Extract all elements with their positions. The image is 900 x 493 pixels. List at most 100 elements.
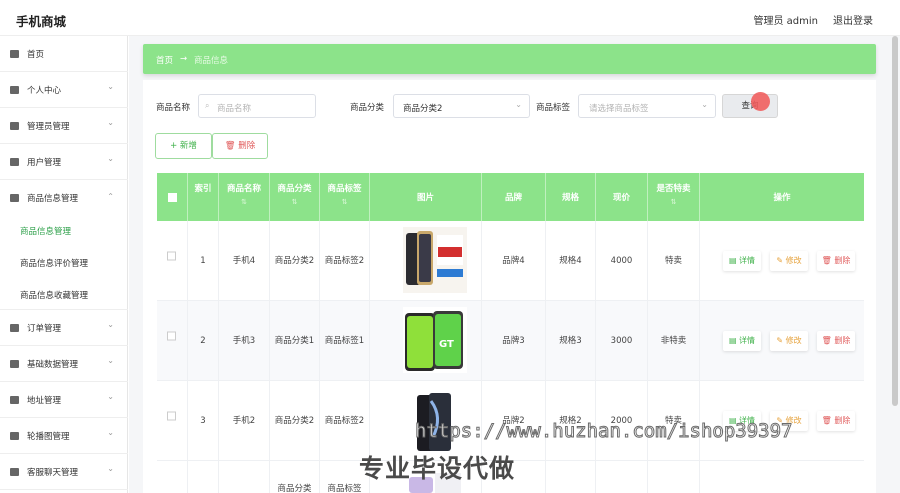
table-header: 索引 商品名称 ⇅ 商品分类 ⇅ 商品标签 ⇅ 图片 品牌 规格 现价 是否特卖 ⇅ 操…: [157, 173, 864, 221]
cell-spec: 规格4: [559, 256, 582, 266]
sidebar-subitem-label: 商品信息收藏管理: [20, 291, 89, 301]
sidebar-subitem-label: 商品信息评价管理: [20, 259, 89, 269]
sidebar-item-carousel[interactable]: 轮播图管理 ⌄: [0, 418, 128, 454]
chevron-down-icon: ⌄: [701, 100, 708, 109]
sidebar-subitem-goods-info[interactable]: 商品信息管理: [0, 214, 128, 246]
add-button[interactable]: + 新增: [155, 133, 212, 159]
sort-icon: ⇅: [241, 198, 247, 206]
cell-spec: 规格3: [559, 336, 582, 346]
row-actions: ▤ 详情 ✎ 修改 🗑 删除: [720, 301, 864, 381]
breadcrumb-separator: →: [180, 54, 188, 64]
data-icon: [10, 360, 19, 368]
column-header-index[interactable]: 索引: [188, 173, 219, 221]
sidebar-item-label: 商品信息管理: [27, 194, 79, 204]
cell-category: 商品分类: [277, 484, 312, 493]
sidebar-item-label: 客服聊天管理: [27, 468, 79, 478]
detail-button[interactable]: ▤ 详情: [723, 251, 761, 271]
name-search-input[interactable]: ⌕ 商品名称: [198, 94, 316, 118]
cell-index: 1: [200, 256, 206, 266]
sort-icon: ⇅: [341, 198, 348, 206]
vertical-scrollbar[interactable]: [892, 36, 898, 406]
sidebar-item-label: 地址管理: [27, 396, 62, 406]
chevron-down-icon: ⌄: [107, 82, 114, 91]
delete-row-button[interactable]: 🗑 删除: [817, 251, 855, 271]
chevron-down-icon: ⌄: [107, 392, 114, 401]
sidebar-item-label: 管理员管理: [27, 122, 70, 132]
sidebar: 首页 个人中心 ⌄ 管理员管理 ⌄ 用户管理 ⌄ 商品信息管理 ⌃ 商品信息管理…: [0, 36, 128, 493]
cell-brand: 品牌4: [502, 256, 525, 266]
product-image[interactable]: GT: [403, 307, 467, 373]
header-checkbox-cell[interactable]: [157, 173, 188, 221]
row-checkbox[interactable]: [167, 411, 176, 421]
sidebar-item-basedata[interactable]: 基础数据管理 ⌄: [0, 346, 128, 382]
sidebar-subitem-goods-review[interactable]: 商品信息评价管理: [0, 246, 128, 278]
cell-category: 商品分类1: [274, 336, 315, 346]
column-header-name[interactable]: 商品名称 ⇅: [219, 173, 270, 221]
cell-name: 手机4: [232, 256, 256, 266]
tag-select[interactable]: 请选择商品标签 ⌄: [578, 94, 716, 118]
sidebar-item-label: 订单管理: [27, 324, 62, 334]
delete-row-button[interactable]: 🗑 删除: [817, 331, 855, 351]
edit-button[interactable]: ✎ 修改: [770, 251, 808, 271]
select-all-checkbox[interactable]: [168, 193, 177, 202]
sidebar-item-address[interactable]: 地址管理 ⌄: [0, 382, 128, 418]
breadcrumb-home[interactable]: 首页: [156, 54, 173, 66]
column-header-actions: 操作: [773, 193, 791, 203]
column-header-image[interactable]: 图片: [370, 173, 482, 221]
chevron-down-icon: ⌄: [107, 118, 114, 127]
sidebar-subitem-goods-favorite[interactable]: 商品信息收藏管理: [0, 278, 128, 310]
sidebar-item-users[interactable]: 用户管理 ⌄: [0, 144, 128, 180]
delete-row-button[interactable]: 🗑 删除: [817, 411, 855, 431]
row-checkbox[interactable]: [167, 331, 176, 341]
sidebar-item-label: 首页: [27, 50, 45, 60]
logout-link[interactable]: 退出登录: [833, 12, 873, 27]
chevron-down-icon: ⌄: [107, 428, 114, 437]
sidebar-item-orders[interactable]: 订单管理 ⌄: [0, 310, 128, 346]
column-header-spec[interactable]: 规格: [546, 173, 596, 221]
users-icon: [10, 158, 19, 166]
cell-index: 2: [200, 336, 206, 346]
cell-tag: 商品标签1: [324, 336, 365, 346]
category-select[interactable]: 商品分类2 ⌄: [393, 94, 530, 118]
cell-tag: 商品标签2: [324, 416, 365, 426]
table-row: 1 手机4 商品分类2 商品标签2 品牌4 规格4 4000 特卖 ▤ 详情 ✎…: [157, 221, 864, 301]
row-checkbox[interactable]: [167, 251, 176, 261]
tag-select-placeholder: 请选择商品标签: [589, 104, 649, 114]
sidebar-item-admins[interactable]: 管理员管理 ⌄: [0, 108, 128, 144]
breadcrumb: 首页 → 商品信息: [143, 44, 876, 74]
sidebar-item-label: 基础数据管理: [27, 360, 79, 370]
chevron-down-icon: ⌄: [107, 320, 114, 329]
column-header-category[interactable]: 商品分类 ⇅: [270, 173, 320, 221]
svg-text:GT: GT: [439, 339, 454, 350]
name-search-placeholder: 商品名称: [217, 104, 252, 114]
cell-index: 3: [200, 416, 206, 426]
chat-icon: [10, 468, 19, 476]
column-header-price[interactable]: 现价: [596, 173, 648, 221]
product-image[interactable]: [403, 227, 467, 293]
search-icon: ⌕: [205, 101, 210, 110]
app-title: 手机商城: [16, 14, 67, 29]
detail-button[interactable]: ▤ 详情: [723, 331, 761, 351]
delete-button[interactable]: 🗑 删除: [212, 133, 268, 159]
breadcrumb-current: 商品信息: [194, 56, 229, 66]
admin-name: 管理员 admin: [753, 16, 818, 27]
cell-brand: 品牌3: [502, 336, 525, 346]
category-select-value: 商品分类2: [403, 104, 443, 114]
column-header-tag[interactable]: 商品标签 ⇅: [320, 173, 370, 221]
sidebar-item-goods[interactable]: 商品信息管理 ⌃: [0, 180, 128, 216]
cell-name: 手机2: [232, 416, 256, 426]
trash-icon: 🗑: [224, 141, 239, 151]
cursor-highlight: [751, 92, 770, 111]
sidebar-item-chat[interactable]: 客服聊天管理 ⌄: [0, 454, 128, 490]
sidebar-item-home[interactable]: 首页: [0, 36, 128, 72]
sidebar-item-profile[interactable]: 个人中心 ⌄: [0, 72, 128, 108]
query-button[interactable]: 查询: [722, 94, 778, 118]
edit-button[interactable]: ✎ 修改: [770, 331, 808, 351]
name-filter-label: 商品名称: [156, 103, 191, 113]
goods-icon: [10, 194, 19, 202]
column-header-brand[interactable]: 品牌: [482, 173, 546, 221]
user-icon: [10, 86, 19, 94]
column-header-special[interactable]: 是否特卖 ⇅: [648, 173, 700, 221]
home-icon: [10, 50, 19, 58]
order-icon: [10, 324, 19, 332]
